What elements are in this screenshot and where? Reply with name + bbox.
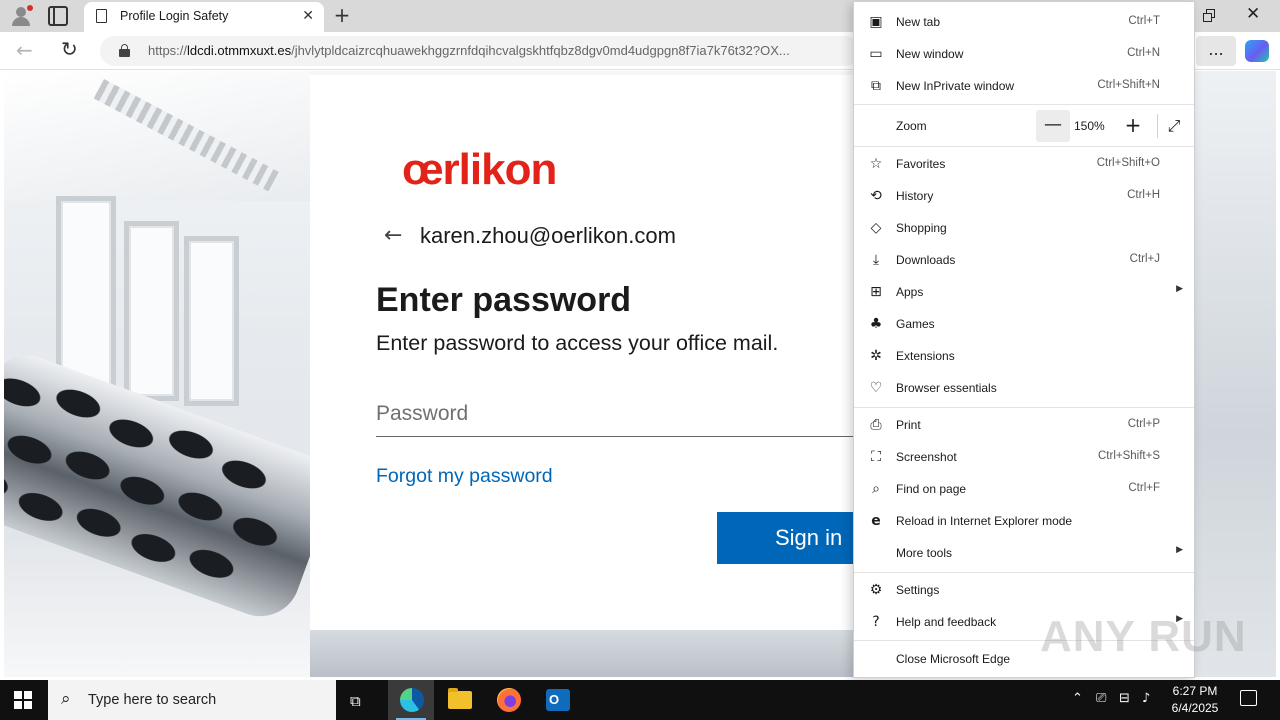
- taskbar-search[interactable]: ⌕ Type here to search: [48, 680, 336, 720]
- games-icon: ♣: [869, 316, 883, 332]
- download-icon: ⤓: [872, 252, 880, 268]
- tab-title: Profile Login Safety: [120, 9, 229, 23]
- account-email: karen.zhou@oerlikon.com: [420, 223, 676, 248]
- menu-item-print[interactable]: ⎙ Print Ctrl+P: [854, 409, 1194, 441]
- screenshot-icon: ⛶: [871, 449, 881, 465]
- profile-icon[interactable]: [8, 4, 36, 28]
- browser-menu: ▣ New tab Ctrl+T ▭ New window Ctrl+N ⧉ N…: [853, 1, 1195, 678]
- fullscreen-icon[interactable]: ⤢: [1162, 114, 1186, 138]
- menu-item-find-on-page[interactable]: ⌕ Find on page Ctrl+F: [854, 473, 1194, 505]
- firefox-icon: [497, 688, 521, 712]
- menu-item-browser-essentials[interactable]: ♡ Browser essentials: [854, 372, 1194, 404]
- network-icon[interactable]: ⊟: [1119, 691, 1130, 706]
- back-arrow-icon[interactable]: ←: [384, 223, 402, 248]
- zoom-level: 150%: [1074, 119, 1105, 133]
- new-tab-icon[interactable]: +: [332, 4, 352, 26]
- submenu-arrow-icon: ▶: [1176, 545, 1183, 555]
- menu-item-new-window[interactable]: ▭ New window Ctrl+N: [854, 38, 1194, 70]
- star-icon: ☆: [869, 156, 883, 172]
- zoom-in-button[interactable]: +: [1116, 110, 1150, 142]
- clock-time[interactable]: 6:27 PM: [1167, 684, 1223, 698]
- printer-icon: ⎙: [870, 417, 882, 433]
- ie-icon: e: [871, 513, 881, 529]
- gear-icon: ⚙: [869, 582, 883, 598]
- menu-item-screenshot[interactable]: ⛶ Screenshot Ctrl+Shift+S: [854, 441, 1194, 473]
- refresh-icon[interactable]: ↻: [61, 37, 78, 61]
- company-logo: œrlikon: [402, 145, 557, 194]
- taskbar: ⌕ Type here to search ⧉ O ⌃ ⎚ ⊟ ♪ 6:27 P…: [0, 680, 1280, 720]
- tab-actions-icon[interactable]: [48, 6, 68, 26]
- taskbar-file-explorer[interactable]: [436, 680, 482, 720]
- sign-in-button[interactable]: Sign in: [717, 512, 867, 564]
- notification-icon[interactable]: [1240, 690, 1257, 706]
- heart-pulse-icon: ♡: [869, 380, 883, 396]
- new-tab-icon: ▣: [869, 14, 883, 30]
- zoom-label: Zoom: [896, 119, 927, 133]
- tag-icon: ◇: [870, 220, 882, 236]
- page-subtitle: Enter password to access your office mai…: [376, 331, 779, 355]
- close-tab-icon[interactable]: ✕: [302, 8, 314, 24]
- password-field[interactable]: [376, 391, 870, 437]
- new-window-icon: ▭: [869, 46, 883, 62]
- taskbar-firefox[interactable]: [486, 680, 532, 720]
- lock-icon[interactable]: [119, 44, 130, 57]
- watermark: ANY RUN: [1040, 612, 1247, 661]
- url-field[interactable]: https://ldcdi.otmmxuxt.es/jhvlytpldcaizr…: [100, 36, 860, 66]
- search-placeholder: Type here to search: [88, 692, 217, 708]
- taskbar-outlook[interactable]: O: [534, 680, 580, 720]
- device-icon[interactable]: ⎚: [1096, 691, 1106, 706]
- inprivate-icon: ⧉: [871, 78, 881, 94]
- zoom-out-button[interactable]: —: [1036, 110, 1070, 142]
- volume-icon[interactable]: ♪: [1142, 691, 1150, 706]
- back-icon[interactable]: ←: [16, 38, 33, 62]
- menu-item-shopping[interactable]: ◇ Shopping: [854, 212, 1194, 244]
- menu-item-favorites[interactable]: ☆ Favorites Ctrl+Shift+O: [854, 148, 1194, 180]
- chevron-up-icon[interactable]: ⌃: [1072, 691, 1083, 706]
- zoom-row: Zoom — 150% + ⤢: [854, 108, 1194, 144]
- menu-item-more-tools[interactable]: More tools ▶: [854, 537, 1194, 569]
- url-text[interactable]: https://ldcdi.otmmxuxt.es/jhvlytpldcaizr…: [148, 43, 848, 58]
- menu-item-new-inprivate-window[interactable]: ⧉ New InPrivate window Ctrl+Shift+N: [854, 70, 1194, 102]
- search-icon: ⌕: [61, 689, 71, 709]
- login-card: œrlikon ← karen.zhou@oerlikon.com Enter …: [310, 75, 870, 630]
- menu-item-settings[interactable]: ⚙ Settings: [854, 574, 1194, 606]
- file-explorer-icon: [448, 688, 472, 709]
- menu-item-apps[interactable]: ⊞ Apps ▶: [854, 276, 1194, 308]
- tab-active[interactable]: Profile Login Safety ✕: [84, 2, 324, 32]
- edge-icon: [400, 688, 424, 712]
- page-icon: [96, 9, 107, 23]
- screen: Profile Login Safety ✕ + ✕ ← ↻ https://l…: [0, 0, 1280, 720]
- copilot-icon[interactable]: [1245, 40, 1269, 62]
- window-close-icon[interactable]: ✕: [1246, 4, 1260, 24]
- menu-item-history[interactable]: ⟲ History Ctrl+H: [854, 180, 1194, 212]
- more-options-button[interactable]: ...: [1196, 36, 1236, 66]
- outlook-icon: O: [546, 689, 570, 711]
- task-view-icon[interactable]: ⧉: [350, 692, 361, 710]
- forgot-password-link[interactable]: Forgot my password: [376, 465, 553, 488]
- find-icon: ⌕: [872, 481, 880, 497]
- menu-item-downloads[interactable]: ⤓ Downloads Ctrl+J: [854, 244, 1194, 276]
- menu-item-games[interactable]: ♣ Games: [854, 308, 1194, 340]
- menu-item-new-tab[interactable]: ▣ New tab Ctrl+T: [854, 6, 1194, 38]
- history-icon: ⟲: [870, 188, 882, 204]
- clock-date[interactable]: 6/4/2025: [1167, 701, 1223, 715]
- windows-start-icon[interactable]: [14, 691, 32, 709]
- restore-icon[interactable]: [1201, 7, 1219, 25]
- apps-icon: ⊞: [870, 284, 882, 300]
- puzzle-icon: ✲: [870, 348, 882, 364]
- page-title: Enter password: [376, 281, 632, 319]
- menu-item-extensions[interactable]: ✲ Extensions: [854, 340, 1194, 372]
- menu-item-reload-ie-mode[interactable]: e Reload in Internet Explorer mode: [854, 505, 1194, 537]
- help-icon: ?: [872, 614, 880, 630]
- taskbar-edge[interactable]: [388, 680, 434, 720]
- submenu-arrow-icon: ▶: [1176, 284, 1183, 294]
